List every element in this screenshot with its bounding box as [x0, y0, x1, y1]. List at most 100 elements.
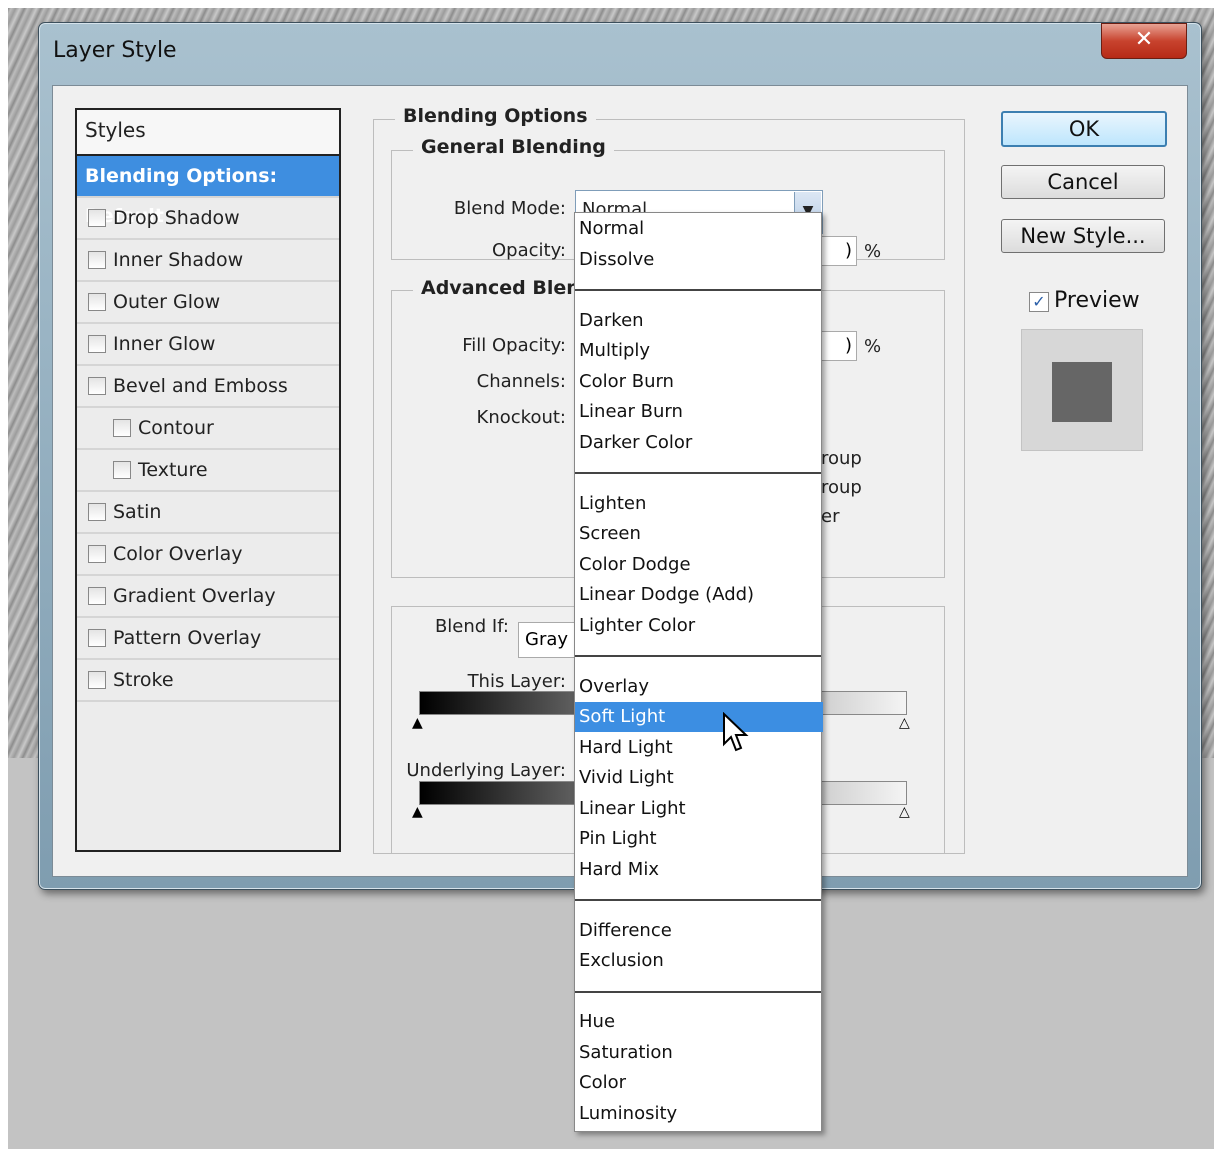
style-checkbox[interactable]	[88, 377, 106, 395]
style-checkbox[interactable]	[88, 629, 106, 647]
blend-mode-option[interactable]: Hard Light	[575, 733, 823, 763]
style-checkbox[interactable]	[113, 419, 131, 437]
style-item-label: Texture	[138, 459, 208, 481]
this-layer-white-slider[interactable]: △	[899, 715, 910, 731]
blend-mode-dropdown: Normal Dissolve Darken Multiply Color Burn Li…	[574, 212, 823, 1132]
style-item-label: Inner Shadow	[113, 249, 244, 271]
style-item-label: Contour	[138, 417, 214, 439]
style-item[interactable]: Pattern Overlay	[77, 618, 339, 660]
style-preview-thumbnail	[1021, 329, 1143, 451]
this-layer-label: This Layer:	[467, 671, 566, 692]
style-item-label: Satin	[113, 501, 162, 523]
style-item[interactable]: Drop Shadow	[77, 198, 339, 240]
styles-list: Styles Blending Options: Default Drop Sh…	[75, 108, 341, 852]
style-item-label: Inner Glow	[113, 333, 216, 355]
blend-mode-option[interactable]: Soft Light	[575, 702, 823, 732]
blend-mode-option[interactable]: Difference	[575, 916, 823, 946]
style-item[interactable]: Inner Glow	[77, 324, 339, 366]
style-item[interactable]: Bevel and Emboss	[77, 366, 339, 408]
blend-clipped-option-label: roup	[821, 477, 862, 498]
style-checkbox[interactable]	[88, 545, 106, 563]
blend-mode-option[interactable]: Dissolve	[575, 245, 823, 275]
fill-opacity-percent: %	[864, 336, 882, 357]
underlying-layer-white-slider[interactable]: △	[899, 804, 910, 820]
style-item[interactable]: Texture	[77, 450, 339, 492]
blend-mode-option[interactable]: Darker Color	[575, 428, 823, 458]
menu-separator	[575, 655, 821, 657]
blend-mode-option[interactable]: Saturation	[575, 1038, 823, 1068]
preview-label: Preview	[1054, 288, 1140, 313]
underlying-layer-black-slider[interactable]: ▲	[412, 804, 423, 820]
preview-swatch	[1052, 362, 1112, 422]
blend-mode-option[interactable]: Lighten	[575, 489, 823, 519]
cancel-button[interactable]: Cancel	[1001, 165, 1165, 199]
style-checkbox[interactable]	[88, 587, 106, 605]
style-checkbox[interactable]	[88, 671, 106, 689]
blend-mode-option[interactable]: Pin Light	[575, 824, 823, 854]
style-item-label: Stroke	[113, 669, 174, 691]
style-checkbox[interactable]	[88, 503, 106, 521]
blend-mode-option[interactable]: Color Dodge	[575, 550, 823, 580]
styles-header[interactable]: Styles	[77, 110, 339, 156]
blend-mode-option[interactable]: Luminosity	[575, 1099, 823, 1129]
blend-mode-option[interactable]: Darken	[575, 306, 823, 336]
blend-if-label: Blend If:	[434, 616, 509, 637]
style-item-label: Gradient Overlay	[113, 585, 276, 607]
style-checkbox[interactable]	[88, 293, 106, 311]
ok-button[interactable]: OK	[1001, 111, 1167, 147]
checkmark-icon: ✓	[1032, 292, 1046, 311]
fill-opacity-label: Fill Opacity:	[462, 335, 566, 356]
style-item[interactable]: Inner Shadow	[77, 240, 339, 282]
channels-label: Channels:	[476, 371, 566, 392]
blend-if-value: Gray	[525, 629, 569, 650]
style-item-label: Outer Glow	[113, 291, 221, 313]
this-layer-black-slider[interactable]: ▲	[412, 715, 423, 731]
underlying-layer-label: Underlying Layer:	[406, 760, 566, 781]
blend-mode-option[interactable]: Vivid Light	[575, 763, 823, 793]
blend-mode-option[interactable]: Hard Mix	[575, 855, 823, 885]
blend-mode-option[interactable]: Multiply	[575, 336, 823, 366]
blend-mode-option[interactable]: Lighter Color	[575, 611, 823, 641]
new-style-button[interactable]: New Style...	[1001, 219, 1165, 253]
dialog-title: Layer Style	[53, 38, 177, 63]
opacity-label: Opacity:	[492, 240, 566, 261]
style-item[interactable]: Contour	[77, 408, 339, 450]
close-button[interactable]: ✕	[1101, 23, 1187, 59]
style-checkbox[interactable]	[113, 461, 131, 479]
blend-mode-option[interactable]: Linear Dodge (Add)	[575, 580, 823, 610]
style-item[interactable]: Color Overlay	[77, 534, 339, 576]
blend-mode-option[interactable]: Linear Burn	[575, 397, 823, 427]
blend-mode-option[interactable]: Exclusion	[575, 946, 823, 976]
menu-separator	[575, 899, 821, 901]
blend-mode-option[interactable]: Color Burn	[575, 367, 823, 397]
blend-mode-label: Blend Mode:	[453, 198, 566, 219]
style-item[interactable]: Satin	[77, 492, 339, 534]
blend-mode-option[interactable]: Linear Light	[575, 794, 823, 824]
general-blending-title: General Blending	[413, 136, 614, 158]
knockout-label: Knockout:	[476, 407, 566, 428]
style-item-label: Pattern Overlay	[113, 627, 262, 649]
style-checkbox[interactable]	[88, 251, 106, 269]
mouse-pointer-icon	[723, 712, 749, 752]
style-checkbox[interactable]	[88, 335, 106, 353]
style-checkbox[interactable]	[88, 209, 106, 227]
blend-mode-option[interactable]: Overlay	[575, 672, 823, 702]
style-item-blending-options[interactable]: Blending Options: Default	[77, 156, 339, 227]
menu-separator	[575, 990, 821, 993]
blend-interior-option-label: roup	[821, 448, 862, 469]
transparency-shapes-option-label: er	[821, 506, 840, 527]
blend-mode-option[interactable]: Color	[575, 1068, 823, 1098]
preview-checkbox[interactable]: ✓	[1029, 292, 1049, 312]
close-icon: ✕	[1134, 27, 1154, 52]
menu-separator	[575, 472, 821, 474]
blend-mode-option[interactable]: Hue	[575, 1007, 823, 1037]
style-item[interactable]: Gradient Overlay	[77, 576, 339, 618]
blending-options-title: Blending Options	[395, 105, 596, 127]
style-item-label: Drop Shadow	[113, 207, 240, 229]
style-item[interactable]: Outer Glow	[77, 282, 339, 324]
style-item-label: Color Overlay	[113, 543, 243, 565]
blend-mode-option[interactable]: Normal	[575, 214, 823, 244]
blend-mode-option[interactable]: Screen	[575, 519, 823, 549]
style-item-label: Bevel and Emboss	[113, 375, 288, 397]
style-item[interactable]: Stroke	[77, 660, 339, 702]
